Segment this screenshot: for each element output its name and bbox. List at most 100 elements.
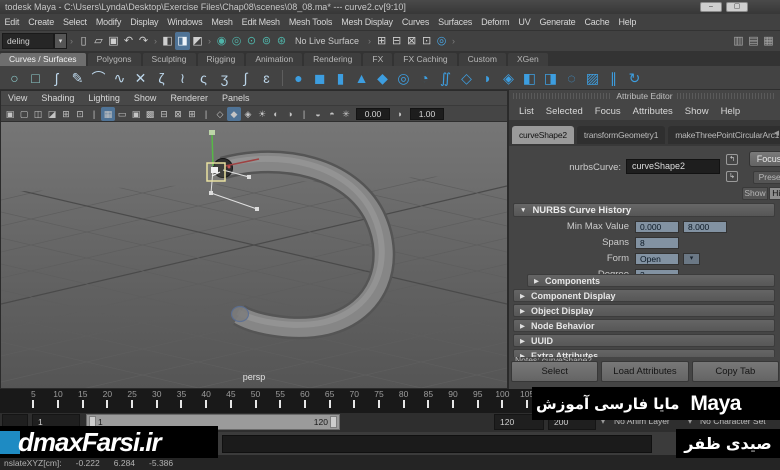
- untrim-icon[interactable]: ∥: [603, 67, 624, 89]
- perspective-viewport[interactable]: View Shading Lighting Show Renderer Panels ▣ ▢…: [0, 90, 508, 389]
- shelf-tab[interactable]: Custom: [458, 53, 506, 66]
- menu-set-selector[interactable]: deling: [2, 33, 54, 49]
- resolution-gate-icon[interactable]: ▣: [129, 107, 143, 121]
- divider[interactable]: ›: [205, 32, 214, 50]
- divider[interactable]: ›: [67, 32, 76, 50]
- attach-curves-icon[interactable]: ζ: [151, 67, 172, 89]
- time-tick[interactable]: 95: [465, 389, 490, 413]
- panel-menu-item[interactable]: Renderer: [163, 93, 215, 103]
- film-gate-icon[interactable]: ▭: [115, 107, 129, 121]
- shelf-tab[interactable]: FX: [363, 53, 393, 66]
- offset-curve-icon[interactable]: ∫: [235, 67, 256, 89]
- gamma-icon[interactable]: ◗: [393, 107, 407, 121]
- shelf-tab[interactable]: Rendering: [304, 53, 362, 66]
- menu-item[interactable]: Display: [126, 17, 163, 27]
- menu-item[interactable]: Deform: [477, 17, 514, 27]
- menu-item[interactable]: UV: [514, 17, 535, 27]
- node-name-field[interactable]: curveShape2: [626, 159, 720, 174]
- restore-button[interactable]: ▢: [726, 2, 748, 12]
- revolve-icon[interactable]: ◔: [414, 67, 435, 89]
- menu-item[interactable]: Modify: [91, 17, 125, 27]
- presets-button[interactable]: Presets: [753, 171, 780, 184]
- move-tool-icon[interactable]: ◨: [175, 32, 190, 50]
- field-chart-icon[interactable]: ⊟: [157, 107, 171, 121]
- nurbs-sphere-icon[interactable]: ●: [288, 67, 309, 89]
- title-bar[interactable]: todesk Maya - C:\Users\Lynda\Desktop\Exe…: [0, 0, 780, 14]
- render-current-frame-icon[interactable]: ⊟: [389, 32, 404, 50]
- three-point-arc-tool-icon[interactable]: ∿: [109, 67, 130, 89]
- extrude-icon[interactable]: ◗: [477, 67, 498, 89]
- pencil-curve-tool-icon[interactable]: ✎: [67, 67, 88, 89]
- snap-to-point-icon[interactable]: ⊙: [244, 32, 259, 50]
- panel-menu-item[interactable]: Panels: [215, 93, 257, 103]
- nurbs-torus-icon[interactable]: ◎: [393, 67, 414, 89]
- no-live-surface-label[interactable]: No Live Surface: [295, 36, 359, 46]
- nurbs-cube-icon[interactable]: ◼: [309, 67, 330, 89]
- collapsed-triangle-icon[interactable]: ▶: [520, 322, 525, 330]
- select-tool-icon[interactable]: ◧: [160, 32, 175, 50]
- divider[interactable]: ›: [151, 32, 160, 50]
- minimize-button[interactable]: –: [700, 2, 722, 12]
- bevel-plus-icon[interactable]: ◌: [561, 67, 582, 89]
- time-tick[interactable]: 40: [194, 389, 219, 413]
- shelf-tab[interactable]: Curves / Surfaces: [0, 53, 86, 66]
- menu-item[interactable]: Mesh Tools: [284, 17, 336, 27]
- input-connection-icon[interactable]: ↰: [726, 154, 738, 165]
- time-tick[interactable]: 15: [70, 389, 95, 413]
- ae-menu-item[interactable]: Focus: [589, 106, 627, 117]
- safe-action-icon[interactable]: ⊠: [171, 107, 185, 121]
- rebuild-curve-icon[interactable]: ɛ: [256, 67, 277, 89]
- bevel-icon[interactable]: ◨: [540, 67, 561, 89]
- universal-manipulator-icon[interactable]: ◩: [190, 32, 205, 50]
- time-tick[interactable]: 75: [367, 389, 392, 413]
- spans-field[interactable]: 8: [635, 236, 679, 249]
- xray-icon[interactable]: ◓: [325, 107, 339, 121]
- ae-menu-item[interactable]: Attributes: [627, 106, 679, 117]
- file-save-icon[interactable]: ▣: [106, 32, 121, 50]
- exposure-field[interactable]: 0.00: [356, 107, 390, 120]
- menu-item[interactable]: Help: [614, 17, 641, 27]
- focus-button[interactable]: Focus: [749, 151, 780, 167]
- collapsed-triangle-icon[interactable]: ▶: [534, 277, 539, 285]
- shelf-tab[interactable]: XGen: [507, 53, 548, 66]
- menu-item[interactable]: Windows: [163, 17, 207, 27]
- nurbs-plane-icon[interactable]: ◆: [372, 67, 393, 89]
- ep-curve-tool-icon[interactable]: ⌒: [88, 67, 109, 89]
- detach-curves-icon[interactable]: ≀: [172, 67, 193, 89]
- time-tick[interactable]: 55: [268, 389, 293, 413]
- command-line-input[interactable]: [222, 435, 652, 453]
- menu-set-dropdown-icon[interactable]: ▾: [54, 33, 67, 49]
- safe-title-icon[interactable]: ⊞: [185, 107, 199, 121]
- insert-isoparm-icon[interactable]: ↻: [624, 67, 645, 89]
- section-header-nurbs-curve-history[interactable]: ▼ NURBS Curve History: [513, 203, 775, 217]
- time-tick[interactable]: 30: [144, 389, 169, 413]
- panel-menu-item[interactable]: Show: [127, 93, 164, 103]
- cut-curve-icon[interactable]: ✕: [130, 67, 151, 89]
- node-tab[interactable]: curveShape2: [512, 126, 574, 144]
- file-new-icon[interactable]: ▯: [76, 32, 91, 50]
- attr-section-bar[interactable]: ▶ Node Behavior: [513, 319, 775, 332]
- ipr-render-icon[interactable]: ⊠: [404, 32, 419, 50]
- cv-curve-tool-icon[interactable]: ʃ: [46, 67, 67, 89]
- panel-menu-item[interactable]: Shading: [34, 93, 81, 103]
- ae-menu-item[interactable]: List: [513, 106, 540, 117]
- viewport-canvas[interactable]: persp: [1, 122, 507, 388]
- range-end-handle[interactable]: [329, 416, 337, 428]
- redo-icon[interactable]: ↷: [136, 32, 151, 50]
- image-plane-icon[interactable]: ◪: [45, 107, 59, 121]
- menu-item[interactable]: Edit Mesh: [237, 17, 284, 27]
- menu-item[interactable]: Cache: [580, 17, 614, 27]
- collapsed-triangle-icon[interactable]: ▶: [520, 307, 525, 315]
- shelf-tab[interactable]: Polygons: [87, 53, 141, 66]
- time-tick[interactable]: 25: [120, 389, 145, 413]
- snap-to-grid-icon[interactable]: ◉: [214, 32, 229, 50]
- min-value-field[interactable]: 0.000: [635, 220, 679, 233]
- attr-section-bar[interactable]: ▶ Component Display: [513, 289, 775, 302]
- nurbs-cone-icon[interactable]: ▲: [351, 67, 372, 89]
- bookmark-icon[interactable]: ◫: [31, 107, 45, 121]
- menu-item[interactable]: Curves: [397, 17, 433, 27]
- undo-icon[interactable]: ↶: [121, 32, 136, 50]
- panel-menu-item[interactable]: View: [1, 93, 34, 103]
- attr-section-bar[interactable]: ▶ Components: [527, 274, 775, 287]
- ae-menu-item[interactable]: Show: [679, 106, 715, 117]
